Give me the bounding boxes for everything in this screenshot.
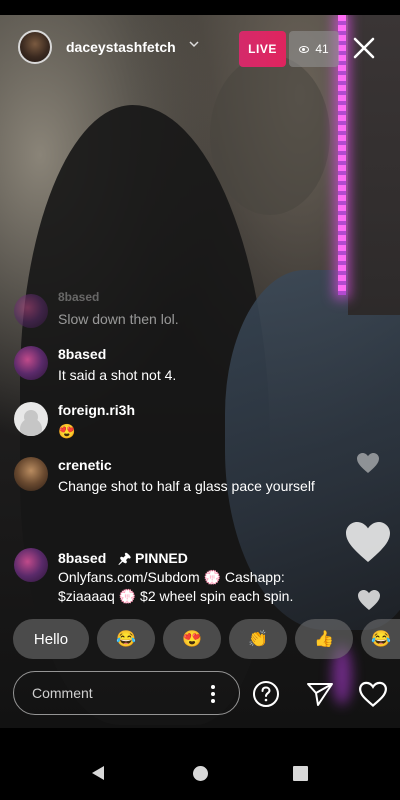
comment-text: 😍: [58, 423, 76, 439]
comment-input[interactable]: Comment: [13, 671, 240, 715]
send-icon[interactable]: [306, 681, 334, 707]
pin-icon: 🖈: [118, 550, 132, 566]
close-icon[interactable]: [350, 34, 378, 62]
heart-outline-icon[interactable]: [358, 681, 388, 708]
comment-username[interactable]: crenetic: [58, 457, 112, 473]
comment-avatar[interactable]: [14, 457, 48, 491]
back-icon[interactable]: [90, 765, 106, 781]
comment-item[interactable]: foreign.ri3h 😍: [14, 402, 344, 442]
quick-replies: Hello 😂 😍 👏 👍 😂: [13, 619, 400, 659]
quick-reply-joy-2[interactable]: 😂: [361, 619, 400, 659]
comment-item[interactable]: crenetic Change shot to half a glass pac…: [14, 457, 344, 517]
comment-text: Change shot to half a glass pace yoursel…: [58, 478, 315, 494]
comment-item[interactable]: 8based Slow down then lol.: [14, 290, 344, 330]
heart-icon: [358, 590, 380, 610]
quick-reply-clap[interactable]: 👏: [229, 619, 287, 659]
viewer-count: 41: [315, 42, 329, 56]
home-icon[interactable]: [193, 766, 208, 781]
question-icon[interactable]: [252, 680, 280, 708]
chevron-down-icon[interactable]: [188, 38, 200, 53]
quick-reply-joy[interactable]: 😂: [97, 619, 155, 659]
comment-text: It said a shot not 4.: [58, 367, 177, 383]
comment-text: Slow down then lol.: [58, 311, 179, 327]
quick-reply-thumbs-up[interactable]: 👍: [295, 619, 353, 659]
live-header: daceystashfetch LIVE 41: [0, 28, 400, 68]
heart-icon: [357, 453, 379, 473]
pinned-comment[interactable]: 8based 🖈 PINNED Onlyfans.com/Subdom 💮 Ca…: [14, 548, 344, 608]
eye-icon: [299, 45, 310, 53]
comment-username[interactable]: 8based: [58, 550, 106, 566]
system-nav-bar: [0, 728, 400, 800]
live-badge: LIVE: [239, 31, 286, 67]
comment-avatar[interactable]: [14, 346, 48, 380]
quick-reply-hello[interactable]: Hello: [13, 619, 89, 659]
more-vertical-icon[interactable]: [210, 684, 216, 704]
comment-avatar[interactable]: [14, 294, 48, 328]
comment-username[interactable]: 8based: [58, 290, 99, 304]
host-avatar[interactable]: [18, 30, 52, 64]
pinned-label: PINNED: [134, 550, 188, 566]
comment-item[interactable]: 8based It said a shot not 4.: [14, 346, 344, 386]
comment-avatar[interactable]: [14, 548, 48, 582]
viewer-count-badge[interactable]: 41: [289, 31, 339, 67]
host-username[interactable]: daceystashfetch: [66, 39, 176, 55]
video-figure-head: [210, 55, 330, 215]
comment-username[interactable]: 8based: [58, 346, 106, 362]
comment-placeholder: Comment: [32, 685, 93, 701]
comment-avatar[interactable]: [14, 402, 48, 436]
heart-icon: [346, 522, 390, 562]
comment-text: Onlyfans.com/Subdom 💮 Cashapp: $ziaaaaq …: [58, 569, 294, 604]
quick-reply-heart-eyes[interactable]: 😍: [163, 619, 221, 659]
comment-username[interactable]: foreign.ri3h: [58, 402, 135, 418]
recent-apps-icon[interactable]: [293, 766, 308, 781]
